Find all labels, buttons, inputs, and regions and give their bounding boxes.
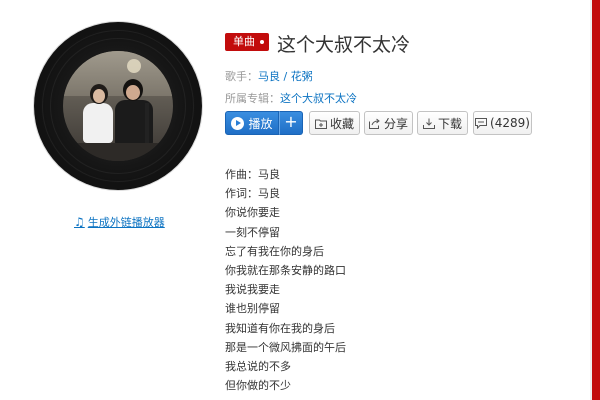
download-button[interactable]: 下载: [417, 111, 468, 135]
album-label: 所属专辑：: [225, 92, 280, 105]
singer-separator: /: [280, 70, 291, 83]
cover-microphone-stand: [145, 103, 149, 143]
share-icon: [368, 118, 380, 129]
lyric-line: 谁也别停留: [225, 302, 280, 316]
download-button-label: 下载: [437, 116, 462, 131]
singer-link-1[interactable]: 马良: [258, 70, 280, 83]
page-frame-border: [592, 0, 600, 400]
music-note-icon: ♫: [74, 215, 85, 229]
lyric-line: 一刻不停留: [225, 225, 280, 239]
comment-count: (4289): [490, 116, 530, 130]
download-icon: [422, 118, 435, 129]
add-to-playlist-button[interactable]: +: [279, 111, 303, 135]
lyric-line: 你我就在那条安静的路口: [225, 263, 346, 277]
cover-person-female-face: [93, 89, 105, 103]
lyric-line: 作曲：马良: [225, 168, 280, 181]
lyric-line: 作词：马良: [225, 187, 280, 201]
generate-player-link[interactable]: ♫ 生成外链播放器: [74, 214, 165, 230]
badge-dot-icon: [260, 40, 264, 44]
comment-button[interactable]: (4289): [473, 111, 532, 135]
lyric-line: 那是一个微风拂面的午后: [225, 340, 346, 354]
lyric-line: 我说我要走: [225, 283, 280, 297]
lyrics-list: 作曲：马良 作词：马良 你说你要走 一刻不停留 忘了有我在你的身后 你我就在那条…: [225, 165, 346, 395]
favorite-button[interactable]: 收藏: [309, 111, 360, 135]
single-badge-label: 单曲: [233, 35, 255, 48]
plus-icon: +: [284, 112, 298, 131]
cover-lamp: [127, 59, 141, 73]
cover-floor: [63, 143, 173, 161]
favorite-button-label: 收藏: [329, 116, 354, 131]
lyric-line: 忘了有我在你的身后: [225, 244, 324, 258]
lyric-line: 我知道有你在我的身后: [225, 321, 335, 335]
play-button-label: 播放: [248, 116, 273, 131]
cover-wall: [63, 51, 173, 96]
song-title: 这个大叔不太冷: [277, 34, 411, 56]
cover-person-male-face: [126, 85, 140, 100]
singer-link-2[interactable]: 花粥: [291, 70, 313, 83]
share-button[interactable]: 分享: [364, 111, 413, 135]
play-button[interactable]: 播放: [225, 111, 279, 135]
lyric-line: 你说你要走: [225, 206, 280, 220]
comment-icon: [475, 117, 488, 129]
album-row: 所属专辑：这个大叔不太冷: [225, 90, 357, 106]
cover-person-female: [83, 103, 113, 143]
lyric-line: 我总说的不多: [225, 359, 291, 373]
play-icon: [231, 116, 245, 130]
album-cover-image: [63, 51, 173, 161]
folder-plus-icon: [314, 119, 327, 129]
album-link[interactable]: 这个大叔不太冷: [280, 92, 357, 105]
share-button-label: 分享: [383, 116, 408, 131]
singer-label: 歌手：: [225, 70, 258, 83]
player-link-label: 生成外链播放器: [87, 216, 165, 229]
single-type-badge: 单曲: [225, 33, 269, 51]
lyric-line: 但你做的不少: [225, 379, 291, 393]
singer-row: 歌手：马良 / 花粥: [225, 68, 313, 84]
